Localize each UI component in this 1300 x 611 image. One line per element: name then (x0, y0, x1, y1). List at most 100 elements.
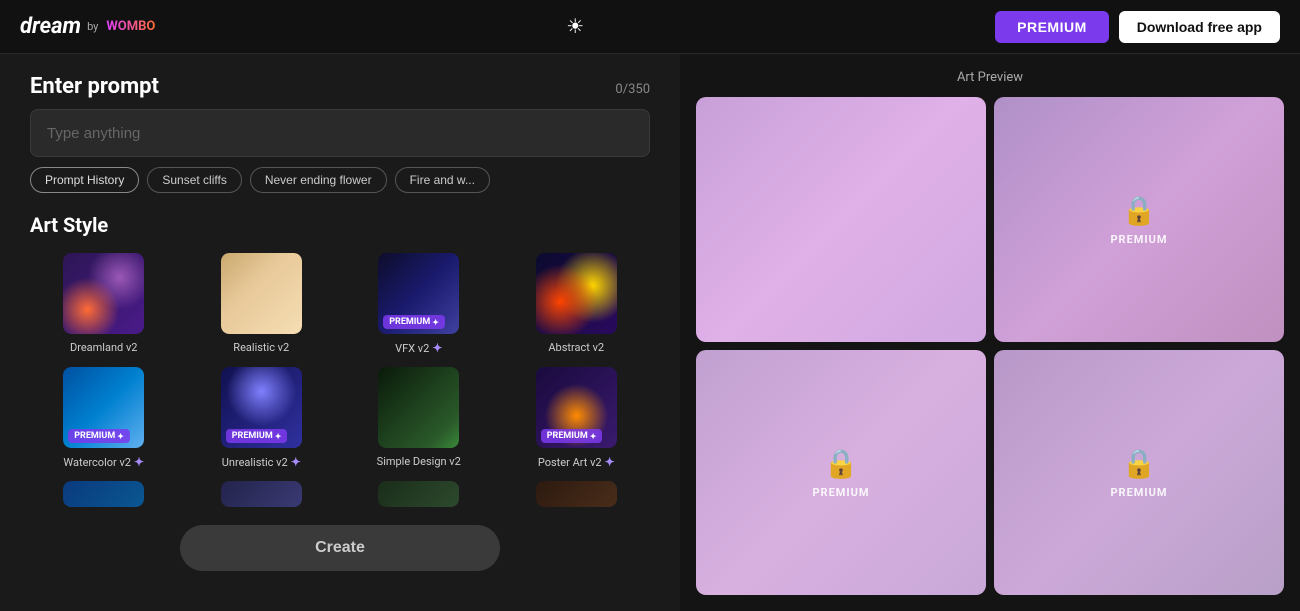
art-thumb-extra2 (219, 479, 304, 509)
art-name-unrealistic: Unrealistic v2 ✦ (222, 455, 301, 469)
art-style-item-extra3[interactable] (345, 479, 493, 509)
sun-icon: ☀ (566, 14, 584, 39)
art-bg-extra4 (536, 481, 617, 507)
art-style-title: Art Style (30, 213, 650, 237)
art-name-dreamland: Dreamland v2 (70, 341, 137, 354)
art-bg-extra3 (378, 481, 459, 507)
prompt-chips: Prompt History Sunset cliffs Never endin… (30, 167, 650, 193)
preview-cell-4[interactable]: 🔒 PREMIUM (994, 350, 1284, 595)
art-style-item-poster[interactable]: PREMIUM ✦ Poster Art v2 ✦ (503, 365, 651, 469)
premium-text-4: PREMIUM (1110, 486, 1167, 499)
theme-toggle-button[interactable]: ☀ (556, 8, 594, 46)
char-count: 0/350 (615, 82, 650, 97)
create-button[interactable]: Create (180, 525, 500, 571)
suggestion-chip-2[interactable]: Never ending flower (250, 167, 387, 193)
art-thumb-watercolor: PREMIUM ✦ (61, 365, 146, 450)
header-right: PREMIUM Download free app (995, 11, 1280, 43)
art-style-grid-row3 (30, 479, 650, 509)
art-style-item-extra1[interactable] (30, 479, 178, 509)
art-style-item-vfx[interactable]: PREMIUM ✦ VFX v2 ✦ (345, 251, 493, 355)
lock-icon-2: 🔒 (1122, 194, 1157, 227)
watercolor-plus-icon: ✦ (134, 455, 144, 469)
suggestion-chip-3[interactable]: Fire and w... (395, 167, 490, 193)
unrealistic-premium-badge: PREMIUM ✦ (226, 429, 288, 443)
logo-area: dream by WOMBO (20, 14, 155, 39)
logo-wombo: WOMBO (106, 19, 155, 34)
watercolor-star-icon: ✦ (117, 432, 124, 441)
art-style-item-simple[interactable]: Simple Design v2 (345, 365, 493, 469)
art-style-grid-row1: Dreamland v2 Realistic v2 PREMIUM ✦ (30, 251, 650, 355)
premium-badge-text: PREMIUM (389, 317, 430, 327)
logo-by: by (87, 20, 98, 33)
art-style-item-realistic[interactable]: Realistic v2 (188, 251, 336, 355)
art-name-abstract: Abstract v2 (548, 341, 604, 354)
unrealistic-star-icon: ✦ (275, 432, 282, 441)
preview-title: Art Preview (696, 70, 1284, 85)
art-name-watercolor: Watercolor v2 ✦ (63, 455, 144, 469)
suggestion-chip-1[interactable]: Sunset cliffs (147, 167, 241, 193)
art-style-item-extra4[interactable] (503, 479, 651, 509)
art-bg-extra2 (221, 481, 302, 507)
preview-cell-2[interactable]: 🔒 PREMIUM (994, 97, 1284, 342)
art-name-realistic: Realistic v2 (233, 341, 289, 354)
header: dream by WOMBO ☀ PREMIUM Download free a… (0, 0, 1300, 54)
preview-cell-2-premium-overlay: 🔒 PREMIUM (1110, 194, 1167, 246)
prompt-input[interactable] (30, 109, 650, 157)
vfx-plus-icon: ✦ (432, 341, 442, 355)
art-bg-dreamland (63, 253, 144, 334)
prompt-label: Enter prompt (30, 74, 159, 99)
art-thumb-realistic (219, 251, 304, 336)
art-name-vfx: VFX v2 ✦ (395, 341, 442, 355)
unrealistic-plus-icon: ✦ (291, 455, 301, 469)
lock-icon-3: 🔒 (824, 447, 859, 480)
create-button-wrapper: Create (30, 525, 650, 571)
premium-button[interactable]: PREMIUM (995, 11, 1109, 43)
prompt-header: Enter prompt 0/350 (30, 74, 650, 99)
preview-cell-1[interactable] (696, 97, 986, 342)
preview-cell-3-premium-overlay: 🔒 PREMIUM (812, 447, 869, 499)
art-bg-simple (378, 367, 459, 448)
art-thumb-extra1 (61, 479, 146, 509)
prompt-section: Enter prompt 0/350 Prompt History Sunset… (30, 74, 650, 193)
art-name-simple: Simple Design v2 (377, 455, 461, 468)
preview-cell-3[interactable]: 🔒 PREMIUM (696, 350, 986, 595)
art-thumb-abstract (534, 251, 619, 336)
art-bg-realistic (221, 253, 302, 334)
art-bg-extra1 (63, 481, 144, 507)
art-style-item-abstract[interactable]: Abstract v2 (503, 251, 651, 355)
poster-star-icon: ✦ (590, 432, 597, 441)
art-thumb-dreamland (61, 251, 146, 336)
art-thumb-unrealistic: PREMIUM ✦ (219, 365, 304, 450)
poster-plus-icon: ✦ (605, 455, 615, 469)
art-thumb-extra3 (376, 479, 461, 509)
art-style-item-extra2[interactable] (188, 479, 336, 509)
prompt-history-chip[interactable]: Prompt History (30, 167, 139, 193)
vfx-premium-badge: PREMIUM ✦ (383, 315, 445, 329)
premium-text-2: PREMIUM (1110, 233, 1167, 246)
main-content: Enter prompt 0/350 Prompt History Sunset… (0, 54, 1300, 611)
poster-premium-badge: PREMIUM ✦ (541, 429, 603, 443)
preview-cell-4-premium-overlay: 🔒 PREMIUM (1110, 447, 1167, 499)
art-style-item-watercolor[interactable]: PREMIUM ✦ Watercolor v2 ✦ (30, 365, 178, 469)
unrealistic-premium-text: PREMIUM (232, 431, 273, 441)
lock-icon-4: 🔒 (1122, 447, 1157, 480)
header-center: ☀ (556, 8, 594, 46)
art-style-item-dreamland[interactable]: Dreamland v2 (30, 251, 178, 355)
art-thumb-vfx: PREMIUM ✦ (376, 251, 461, 336)
poster-premium-text: PREMIUM (547, 431, 588, 441)
art-thumb-simple (376, 365, 461, 450)
preview-cell-1-bg (696, 97, 986, 342)
premium-star-icon: ✦ (432, 318, 439, 327)
download-app-button[interactable]: Download free app (1119, 11, 1280, 43)
art-style-item-unrealistic[interactable]: PREMIUM ✦ Unrealistic v2 ✦ (188, 365, 336, 469)
art-thumb-extra4 (534, 479, 619, 509)
left-panel: Enter prompt 0/350 Prompt History Sunset… (0, 54, 680, 611)
art-bg-abstract (536, 253, 617, 334)
art-name-poster: Poster Art v2 ✦ (538, 455, 615, 469)
art-thumb-poster: PREMIUM ✦ (534, 365, 619, 450)
art-style-grid-row2: PREMIUM ✦ Watercolor v2 ✦ PREMIUM (30, 365, 650, 469)
logo-dream: dream (20, 14, 81, 39)
art-style-section: Art Style Dreamland v2 Realistic v2 (30, 213, 650, 509)
right-panel: Art Preview 🔒 PREMIUM 🔒 PREMIUM (680, 54, 1300, 611)
watercolor-premium-badge: PREMIUM ✦ (68, 429, 130, 443)
